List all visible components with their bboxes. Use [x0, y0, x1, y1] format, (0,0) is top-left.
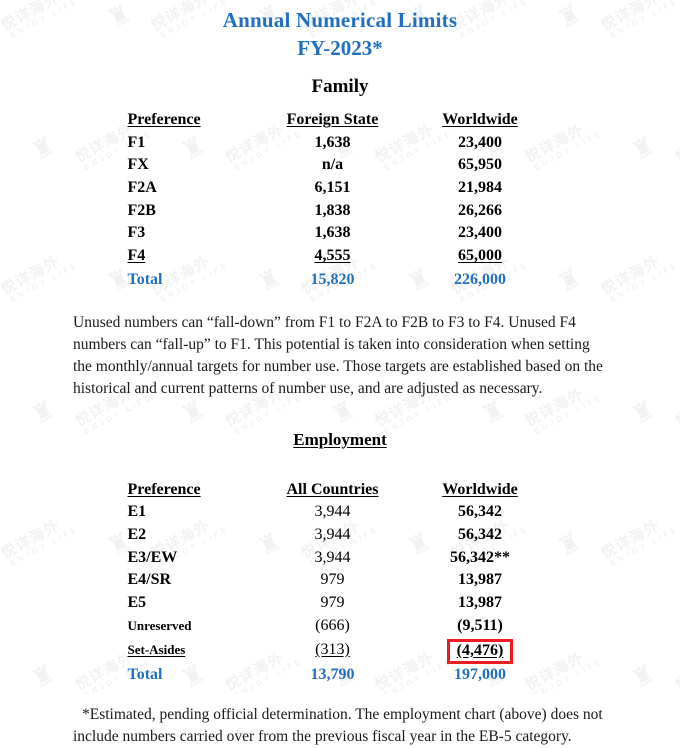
- family-header-foreign-state: Foreign State: [286, 110, 379, 128]
- employment-subrow-0-all-countries: (666): [315, 616, 350, 634]
- family-row-3-foreign-state: 1,838: [314, 201, 351, 219]
- family-total-label: Total: [127, 270, 163, 288]
- family-row-4-preference: F3: [127, 224, 146, 242]
- table-row: E4/SR 979 13,987: [128, 569, 553, 592]
- family-table-header-row: Preference Foreign State Worldwide: [128, 109, 553, 132]
- employment-row-3-preference: E4/SR: [127, 571, 172, 589]
- family-row-0-preference: F1: [127, 133, 146, 151]
- family-row-0-worldwide: 23,400: [458, 133, 502, 151]
- family-total-worldwide: 226,000: [454, 270, 506, 288]
- table-row: Set-Asides (313) (4,476): [127, 638, 553, 665]
- family-header-worldwide: Worldwide: [442, 110, 518, 128]
- footnote: *Estimated, pending official determinati…: [73, 704, 607, 748]
- employment-subrow-0-preference: Unreserved: [127, 617, 192, 633]
- family-row-3-preference: F2B: [127, 201, 156, 219]
- table-row: F4 4,555 65,000: [128, 245, 553, 268]
- title-line-2: FY-2023*: [297, 35, 383, 60]
- family-row-2-worldwide: 21,984: [458, 179, 502, 196]
- employment-row-1-worldwide: 56,342: [458, 526, 502, 544]
- table-row: F3 1,638 23,400: [128, 222, 553, 245]
- table-row: F1 1,638 23,400: [128, 132, 553, 155]
- table-row: E3/EW 3,944 56,342**: [128, 547, 553, 570]
- table-row: F2B 1,838 26,266: [128, 200, 553, 223]
- employment-row-3-all-countries: 979: [320, 571, 345, 589]
- employment-subrow-1-all-countries: (313): [315, 640, 350, 658]
- employment-total-all-countries: 13,790: [310, 666, 355, 684]
- family-row-5-worldwide: 65,000: [458, 247, 502, 265]
- family-row-4-foreign-state: 1,638: [314, 224, 351, 242]
- employment-table-header-row: Preference All Countries Worldwide: [128, 479, 553, 502]
- document-page: Annual Numerical Limits FY-2023* Family …: [0, 0, 680, 748]
- table-row: E1 3,944 56,342: [128, 501, 553, 524]
- employment-section-heading: Employment: [293, 429, 387, 449]
- fall-down-note: Unused numbers can “fall-down” from F1 t…: [73, 313, 603, 397]
- employment-row-0-worldwide: 56,342: [458, 503, 502, 521]
- family-row-1-foreign-state: n/a: [321, 156, 344, 174]
- employment-row-0-preference: E1: [127, 503, 147, 521]
- family-header-preference: Preference: [127, 110, 201, 128]
- family-row-1-worldwide: 65,950: [458, 156, 502, 174]
- family-total-foreign-state: 15,820: [310, 270, 355, 288]
- employment-row-4-preference: E5: [127, 594, 147, 612]
- family-row-5-foreign-state: 4,555: [314, 247, 351, 265]
- family-row-4-worldwide: 23,400: [458, 224, 502, 242]
- family-table: Preference Foreign State Worldwide F1 1,…: [128, 109, 553, 292]
- employment-subrow-1-preference: Set-Asides: [127, 641, 186, 657]
- family-row-2-preference: F2A: [127, 179, 157, 196]
- document-title: Annual Numerical Limits FY-2023*: [0, 0, 680, 63]
- family-row-5-preference: F4: [127, 247, 146, 265]
- family-section-heading: Family: [311, 75, 369, 97]
- footnote-line-2: numbers carried over from the previous f…: [122, 727, 572, 745]
- family-total-row: Total 15,820 226,000: [128, 268, 553, 292]
- employment-heading-wrapper: Employment: [0, 430, 680, 450]
- table-row: E2 3,944 56,342: [128, 524, 553, 547]
- employment-total-row: Total 13,790 197,000: [128, 663, 553, 687]
- table-row: E5 979 13,987: [128, 592, 553, 615]
- employment-header-preference: Preference: [127, 480, 201, 498]
- employment-row-3-worldwide: 13,987: [458, 571, 502, 589]
- employment-header-worldwide: Worldwide: [442, 480, 518, 498]
- family-row-1-preference: FX: [127, 156, 149, 174]
- family-row-0-foreign-state: 1,638: [314, 133, 351, 151]
- table-row: F2A 6,151 21,984: [128, 177, 553, 200]
- table-row: FX n/a 65,950: [128, 154, 553, 177]
- title-line-1: Annual Numerical Limits: [222, 8, 458, 32]
- employment-table: Preference All Countries Worldwide E1 3,…: [128, 479, 553, 687]
- family-row-3-worldwide: 26,266: [458, 201, 502, 219]
- table-row: Unreserved (666) (9,511): [128, 615, 553, 638]
- employment-row-2-worldwide: 56,342**: [450, 548, 510, 566]
- employment-total-label: Total: [127, 666, 163, 684]
- employment-subrow-1-worldwide: (4,476): [408, 638, 553, 665]
- employment-table-wrapper: Preference All Countries Worldwide E1 3,…: [0, 479, 680, 687]
- employment-row-1-all-countries: 3,944: [314, 526, 351, 544]
- employment-row-2-all-countries: 3,944: [314, 548, 351, 566]
- employment-row-2-preference: E3/EW: [127, 548, 178, 566]
- employment-row-0-all-countries: 3,944: [314, 503, 351, 521]
- employment-total-worldwide: 197,000: [454, 666, 506, 684]
- family-row-2-foreign-state: 6,151: [314, 179, 351, 196]
- employment-row-4-all-countries: 979: [320, 594, 345, 612]
- employment-row-1-preference: E2: [127, 526, 147, 544]
- employment-subrow-0-worldwide: (9,511): [457, 616, 503, 634]
- employment-row-4-worldwide: 13,987: [458, 594, 502, 612]
- family-table-wrapper: Preference Foreign State Worldwide F1 1,…: [0, 109, 680, 292]
- set-asides-highlight-box: (4,476): [446, 638, 514, 665]
- employment-header-all-countries: All Countries: [286, 480, 379, 498]
